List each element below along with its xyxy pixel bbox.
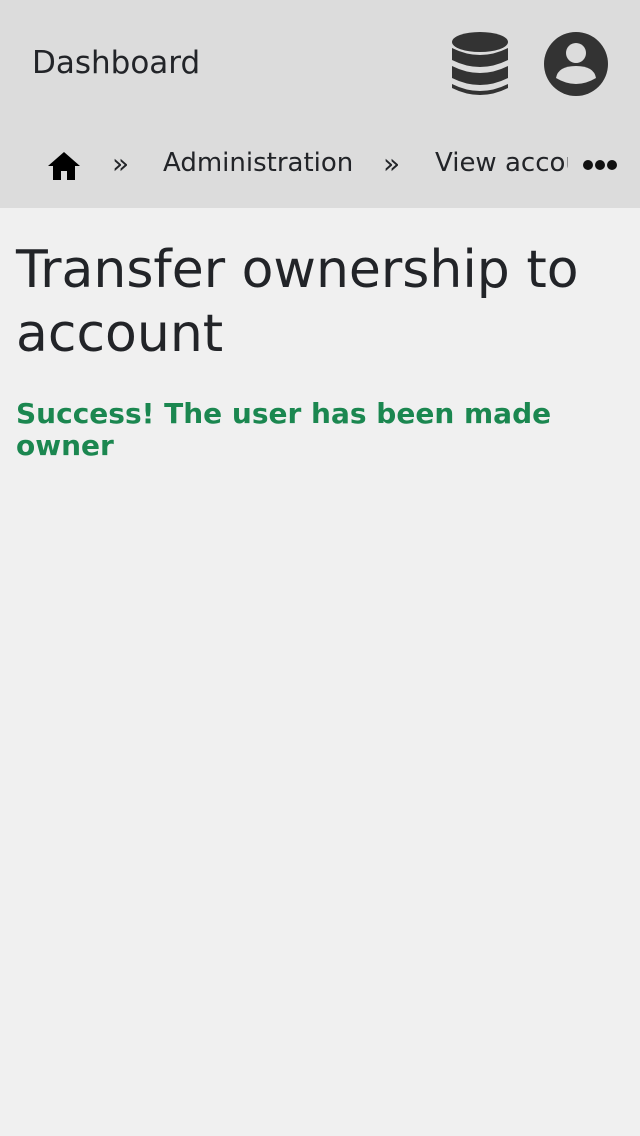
database-icon[interactable] (448, 30, 512, 98)
top-navigation-bar: Dashboard » Administration » View accoun… (0, 0, 640, 208)
page-title: Transfer ownership to account (16, 240, 579, 364)
breadcrumb-separator: » (383, 147, 401, 180)
user-account-icon[interactable] (544, 32, 608, 96)
breadcrumb-item-view-account[interactable]: View account (435, 147, 568, 179)
breadcrumb-item-administration[interactable]: Administration (163, 147, 353, 179)
dashboard-link[interactable]: Dashboard (32, 43, 200, 83)
more-horizontal-icon[interactable] (582, 158, 618, 172)
breadcrumb-separator: » (112, 147, 130, 180)
breadcrumb: » Administration » View account (0, 134, 640, 194)
home-icon[interactable] (47, 150, 81, 182)
success-message: Success! The user has been made owner (16, 397, 552, 462)
